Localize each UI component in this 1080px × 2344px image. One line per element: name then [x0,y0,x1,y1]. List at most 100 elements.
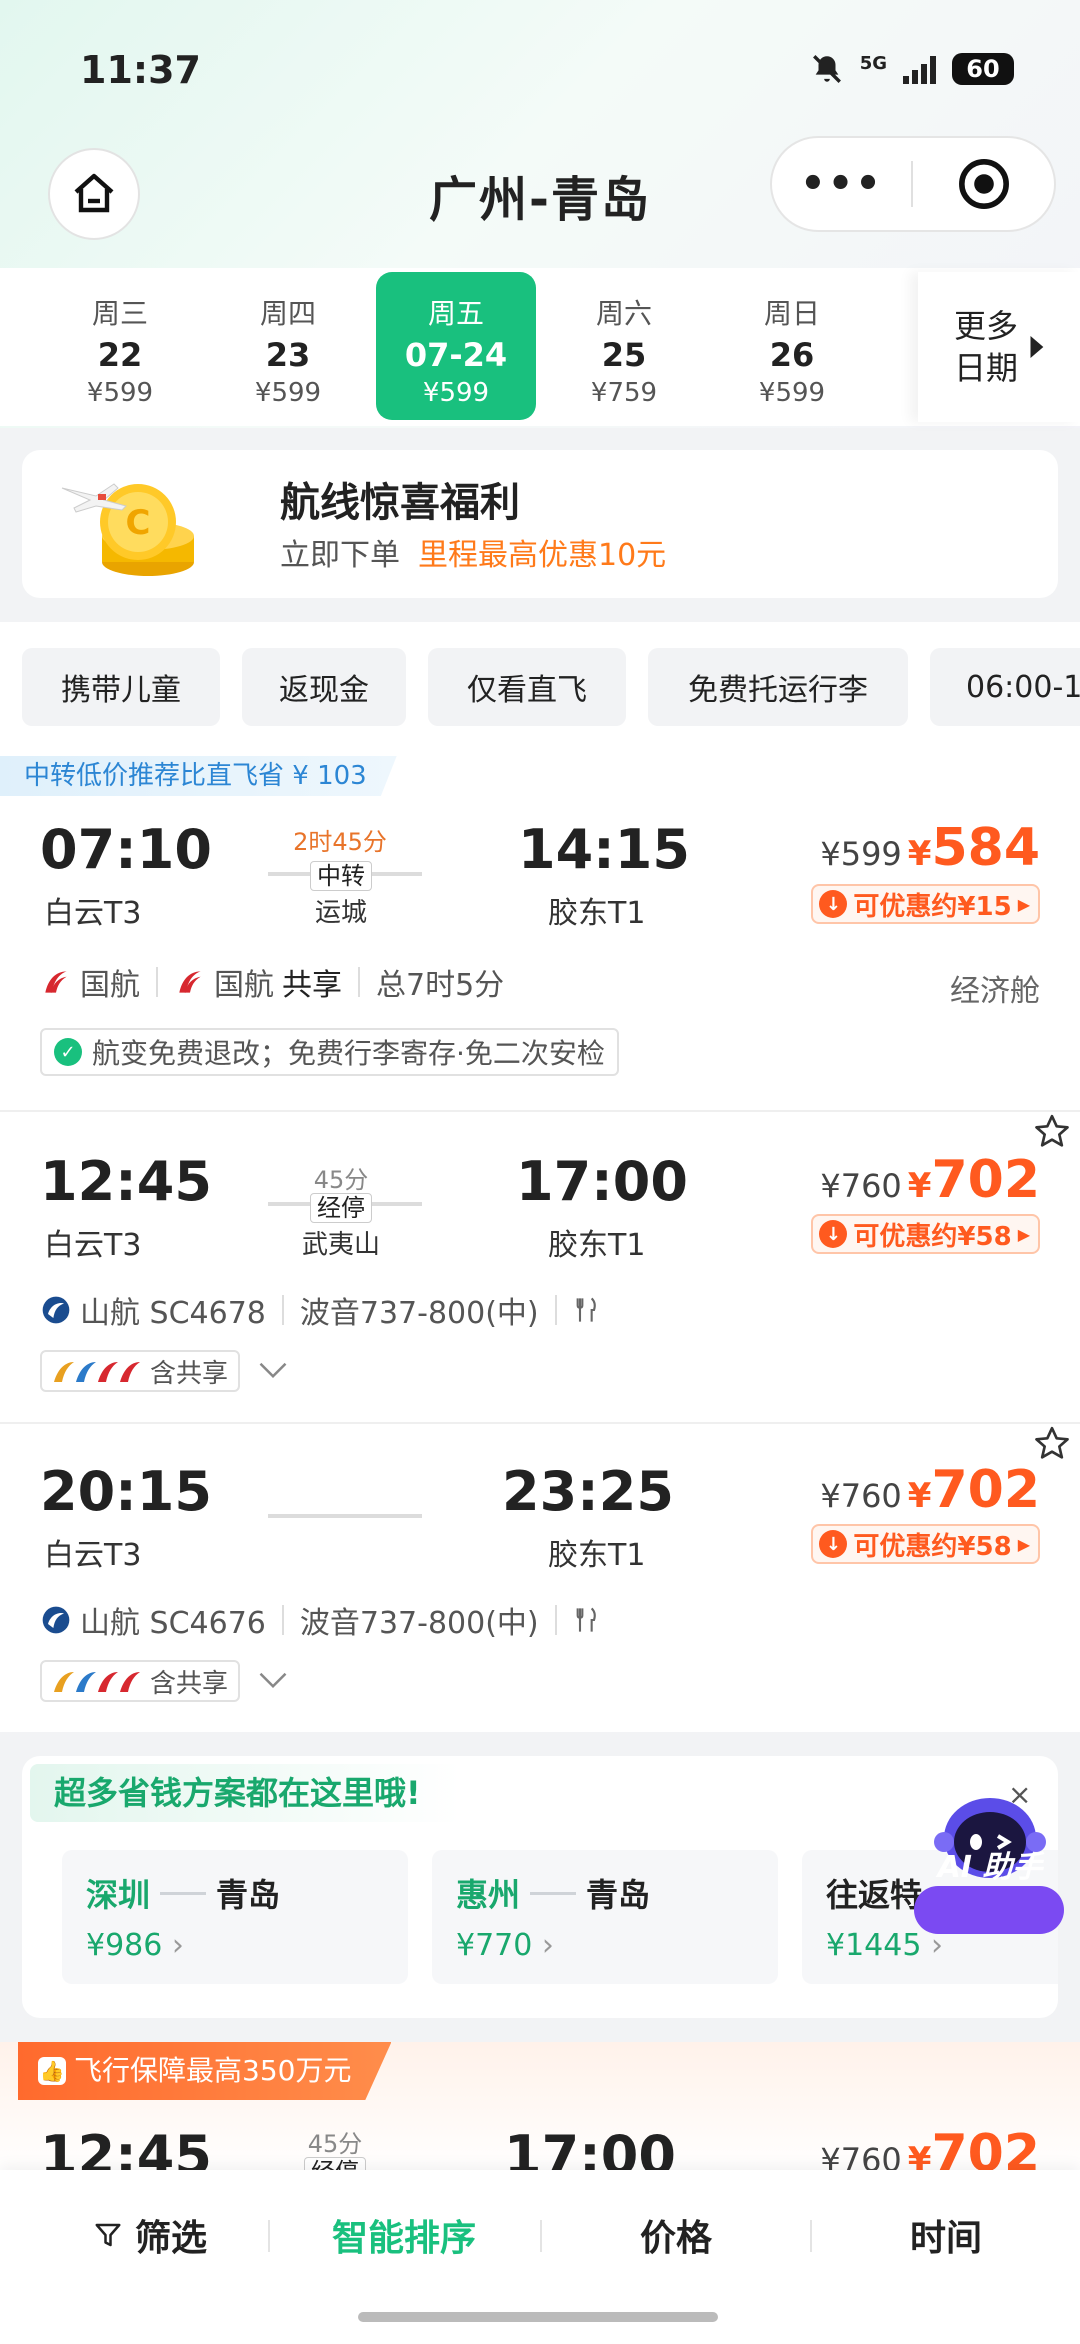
promo-subtitle: 立即下单 里程最高优惠10元 [280,530,666,574]
filter-chip-direct[interactable]: 仅看直飞 [428,648,626,726]
price-block: ¥760 ¥702 [820,1460,1040,1520]
date-price: ¥599 [254,378,322,408]
caret-right-icon: ▶ [1017,1534,1030,1554]
toolbar-separator [268,2220,270,2252]
date-tab-sun[interactable]: 周日 26 ¥599 [712,272,872,420]
toolbar-separator [810,2220,812,2252]
home-indicator [358,2312,718,2322]
price-value: 702 [931,1460,1040,1520]
guarantee-text: 飞行保障最高350万元 [74,2054,352,2087]
savings-route-shenzhen[interactable]: 深圳 青岛 ¥986 › [62,1850,408,1984]
filter-chip-time-range[interactable]: 06:00-12 [930,648,1080,726]
filter-label: 筛选 [134,2218,207,2259]
download-arrow-icon: ↓ [819,1530,848,1558]
arr-time: 17:00 [516,1150,688,1213]
meal-utensils-icon [576,1297,596,1322]
network-label: 5G [859,52,887,74]
route-from: 深圳 [86,1876,151,1914]
currency-symbol: ¥ [907,834,932,874]
coupon-badge[interactable]: ↓ 可优惠约¥58 ▶ [811,1214,1040,1254]
shandong-airlines-logo-icon [42,1606,70,1634]
dep-time: 20:15 [40,1460,212,1523]
price-new: ¥702 [908,1150,1040,1210]
coupon-badge[interactable]: ↓ 可优惠约¥58 ▶ [811,1524,1040,1564]
flight-duration: 2时45分 [293,828,387,856]
airline-name: 国航 [80,968,140,1003]
separator [554,1605,557,1635]
dep-airport: 白云T3 [44,1538,142,1573]
more-menu-button[interactable]: ••• [772,161,911,207]
mute-bell-icon [812,55,841,83]
price-sort-button[interactable]: 价格 [548,2210,804,2260]
route-line [530,1891,577,1895]
arr-time: 23:25 [502,1460,674,1523]
route-from: 惠州 [456,1876,521,1914]
smart-sort-button[interactable]: 智能排序 [276,2210,532,2260]
filter-button[interactable]: 筛选 [40,2210,260,2260]
arr-time: 14:15 [518,818,690,881]
price-value: 584 [931,818,1040,878]
air-china-logo-icon [179,971,201,993]
airline-info: 国航 国航 共享 总7时5分 [40,960,504,1004]
currency-symbol: ¥ [907,1476,932,1516]
date-tab-thu[interactable]: 周四 23 ¥599 [208,272,368,420]
date-price: ¥599 [758,378,826,408]
chevron-down-icon[interactable] [258,1358,288,1382]
more-dates-button[interactable]: 更多 日期 [918,272,1080,422]
price-new: ¥584 [908,818,1040,878]
route-arrow [268,1514,422,1518]
savings-route-huizhou[interactable]: 惠州 青岛 ¥770 › [432,1850,778,1984]
route-line [160,1891,207,1895]
promo-highlight: 里程最高优惠10元 [418,538,667,573]
ai-close-button[interactable]: × [1008,1778,1031,1811]
stop-city: 武夷山 [301,1230,380,1260]
cabin-class: 经济舱 [950,974,1040,1009]
airline-logos-icon [54,1362,140,1382]
filter-chip-free-baggage[interactable]: 免费托运行李 [648,648,908,726]
meal-utensils-icon [576,1607,596,1632]
stop-type-badge: 经停 [310,1193,372,1223]
date-tab-wed[interactable]: 周三 22 ¥599 [40,272,200,420]
promo-subtitle-text: 立即下单 [280,538,400,573]
stop-type-badge: 中转 [310,861,372,891]
price-old: ¥599 [820,835,902,873]
coupon-text: 可优惠约¥58 [853,1531,1012,1562]
codeshare-label: 含共享 [150,1358,229,1389]
filter-chip-cashback[interactable]: 返现金 [242,648,406,726]
favorite-star-icon[interactable] [1032,1424,1072,1464]
favorite-star-icon[interactable] [1032,1112,1072,1152]
aircraft-type: 波音737-800(中) [299,1606,539,1641]
filter-chip-children[interactable]: 携带儿童 [22,648,220,726]
date-tab-sat[interactable]: 周六 25 ¥759 [544,272,704,420]
route-from: 往返特 [826,1876,923,1914]
separator [281,1605,284,1635]
coupon-badge[interactable]: ↓ 可优惠约¥15 ▶ [811,884,1040,924]
codeshare-tag[interactable]: 含共享 [40,1350,241,1392]
savings-title: 超多省钱方案都在这里哦! [30,1764,461,1822]
route-to: 青岛 [216,1876,281,1914]
battery-icon: 60 [952,53,1014,85]
currency-symbol: ¥ [907,1166,932,1206]
chevron-right-icon: › [171,1928,184,1963]
coin-plane-illustration-icon: C [56,466,216,588]
total-time: 总7时5分 [376,968,505,1003]
date-weekday: 周日 [763,297,820,330]
arr-airport: 胶东T1 [548,1538,646,1573]
close-miniapp-button[interactable] [913,156,1054,212]
date-day: 22 [97,336,143,374]
time-sort-button[interactable]: 时间 [818,2210,1074,2260]
more-dates-line2: 日期 [953,349,1018,387]
date-weekday: 周五 [427,297,484,330]
codeshare-tag[interactable]: 含共享 [40,1660,241,1702]
coupon-text: 可优惠约¥15 [853,891,1012,922]
date-weekday: 周四 [259,297,316,330]
date-price: ¥759 [590,378,658,408]
price-old: ¥760 [820,1167,902,1205]
separator [554,1295,557,1325]
chevron-down-icon[interactable] [258,1668,288,1692]
date-tab-fri[interactable]: 周五 07-24 ¥599 [376,272,536,420]
svg-text:C: C [126,503,151,543]
airline-logos-icon [54,1672,140,1692]
caret-right-icon: ▶ [1017,894,1030,914]
ai-assistant-label: AI 助手 [937,1850,1043,1885]
